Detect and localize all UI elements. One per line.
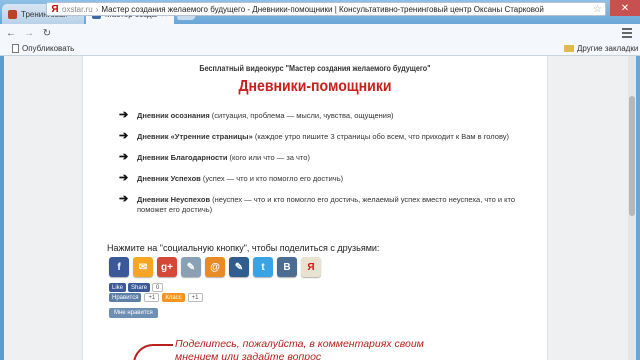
twitter-icon[interactable]: t — [253, 257, 273, 277]
back-arrow-icon[interactable]: ← — [4, 28, 18, 39]
browser-toolbar: ← → ↻ — [0, 24, 640, 42]
yandex-icon[interactable]: Я — [301, 257, 321, 277]
moimir-icon[interactable]: ✉ — [133, 257, 153, 277]
fb-share-count: 0 — [152, 283, 164, 292]
document-icon — [12, 44, 19, 53]
scrollbar-thumb[interactable] — [629, 96, 635, 216]
arrow-right-icon: ➔ — [119, 172, 129, 184]
diary-name: Дневник Благодарности — [137, 153, 228, 162]
arrow-right-icon: ➔ — [119, 109, 129, 121]
diary-name: Дневник осознания — [137, 111, 210, 120]
like-counters-widget: Нравится +1 Класс +1 — [109, 293, 203, 302]
fb-share-button[interactable]: Share — [128, 283, 151, 292]
diary-name: Дневник Успехов — [137, 174, 201, 183]
arrow-right-icon: ➔ — [119, 151, 129, 163]
decorative-swirl — [133, 344, 173, 360]
address-title: Мастер создания желаемого будущего - Дне… — [101, 4, 544, 14]
bookmark-star-icon[interactable]: ☆ — [593, 4, 602, 15]
course-subtitle: Бесплатный видеокурс "Мастер создания же… — [199, 64, 431, 73]
comment-invitation-line-1: Поделитесь, пожалуйста, в комментариях с… — [175, 338, 424, 350]
social-share-buttons: f ✉ g+ ✎ @ ✎ t В Я — [109, 257, 321, 277]
diary-description: (успех — что и кто помогло его достичь) — [200, 174, 344, 183]
arrow-right-icon: ➔ — [119, 130, 129, 142]
vk-like-button[interactable]: Нравится — [109, 293, 142, 302]
reload-icon[interactable]: ↻ — [40, 28, 54, 39]
fb-like-button[interactable]: Like — [109, 283, 127, 292]
mailru-icon[interactable]: @ — [205, 257, 225, 277]
diary-name: Дневник «Утренние страницы» — [137, 132, 253, 141]
livejournal-icon[interactable]: ✎ — [229, 257, 249, 277]
diary-description: (каждое утро пишите 3 страницы обо всем,… — [252, 132, 510, 141]
site-favicon-icon — [8, 9, 17, 19]
comment-invitation: Поделитесь, пожалуйста, в комментариях с… — [175, 338, 424, 360]
page-scrollbar[interactable] — [628, 56, 636, 360]
diary-description: (кого или что — за что) — [227, 153, 310, 162]
diary-description: (ситуация, проблема — мысли, чувства, ощ… — [209, 111, 394, 120]
ok-class-count: +1 — [187, 293, 203, 302]
address-bar[interactable]: Я oxstar.ru › Мастер создания желаемого … — [46, 2, 606, 16]
page-viewport: Бесплатный видеокурс "Мастер создания же… — [4, 56, 628, 360]
address-domain: oxstar.ru — [62, 4, 93, 14]
page-content: Бесплатный видеокурс "Мастер создания же… — [82, 56, 548, 360]
bookmark-publish[interactable]: Опубликовать — [12, 44, 74, 53]
yandex-icon: Я — [51, 3, 59, 15]
vkontakte-icon[interactable]: В — [277, 257, 297, 277]
googleplus-icon[interactable]: g+ — [157, 257, 177, 277]
diary-list: ➔ Дневник осознания (ситуация, проблема —… — [117, 109, 517, 226]
browser-menu-icon[interactable] — [620, 26, 634, 40]
vk-like-count: +1 — [144, 293, 160, 302]
vk-like-widget: Мне нравится — [109, 308, 158, 318]
bookmark-icon[interactable]: ✎ — [181, 257, 201, 277]
ok-class-button[interactable]: Класс — [162, 293, 185, 302]
diary-item: ➔ Дневник Неуспехов (неуспех — что и кто … — [117, 193, 517, 215]
bookmarks-bar: Опубликовать Другие закладки — [0, 42, 640, 56]
window-frame — [636, 56, 640, 360]
diary-item: ➔ Дневник Успехов (успех — что и кто помо… — [117, 172, 517, 184]
comment-invitation-line-2: мнением или задайте вопрос — [175, 351, 322, 360]
vk-mne-nravitsya-button[interactable]: Мне нравится — [109, 308, 158, 318]
address-separator: › — [95, 4, 99, 14]
window-close-icon[interactable]: ✕ — [610, 0, 640, 16]
share-label: Нажмите на "социальную кнопку", чтобы по… — [107, 243, 380, 253]
diary-name: Дневник Неуспехов — [137, 195, 211, 204]
page-title: Дневники-помощники — [238, 78, 392, 95]
facebook-icon[interactable]: f — [109, 257, 129, 277]
diary-item: ➔ Дневник Благодарности (кого или что — з… — [117, 151, 517, 163]
facebook-like-widget: Like Share 0 — [109, 283, 164, 292]
bookmark-publish-label: Опубликовать — [22, 44, 75, 53]
other-bookmarks-label: Другие закладки — [577, 44, 639, 53]
arrow-right-icon: ➔ — [119, 193, 129, 205]
diary-item: ➔ Дневник «Утренние страницы» (каждое утр… — [117, 130, 517, 142]
diary-item: ➔ Дневник осознания (ситуация, проблема —… — [117, 109, 517, 121]
other-bookmarks[interactable]: Другие закладки — [564, 44, 638, 53]
forward-arrow-icon[interactable]: → — [22, 28, 36, 39]
folder-icon — [564, 45, 574, 52]
